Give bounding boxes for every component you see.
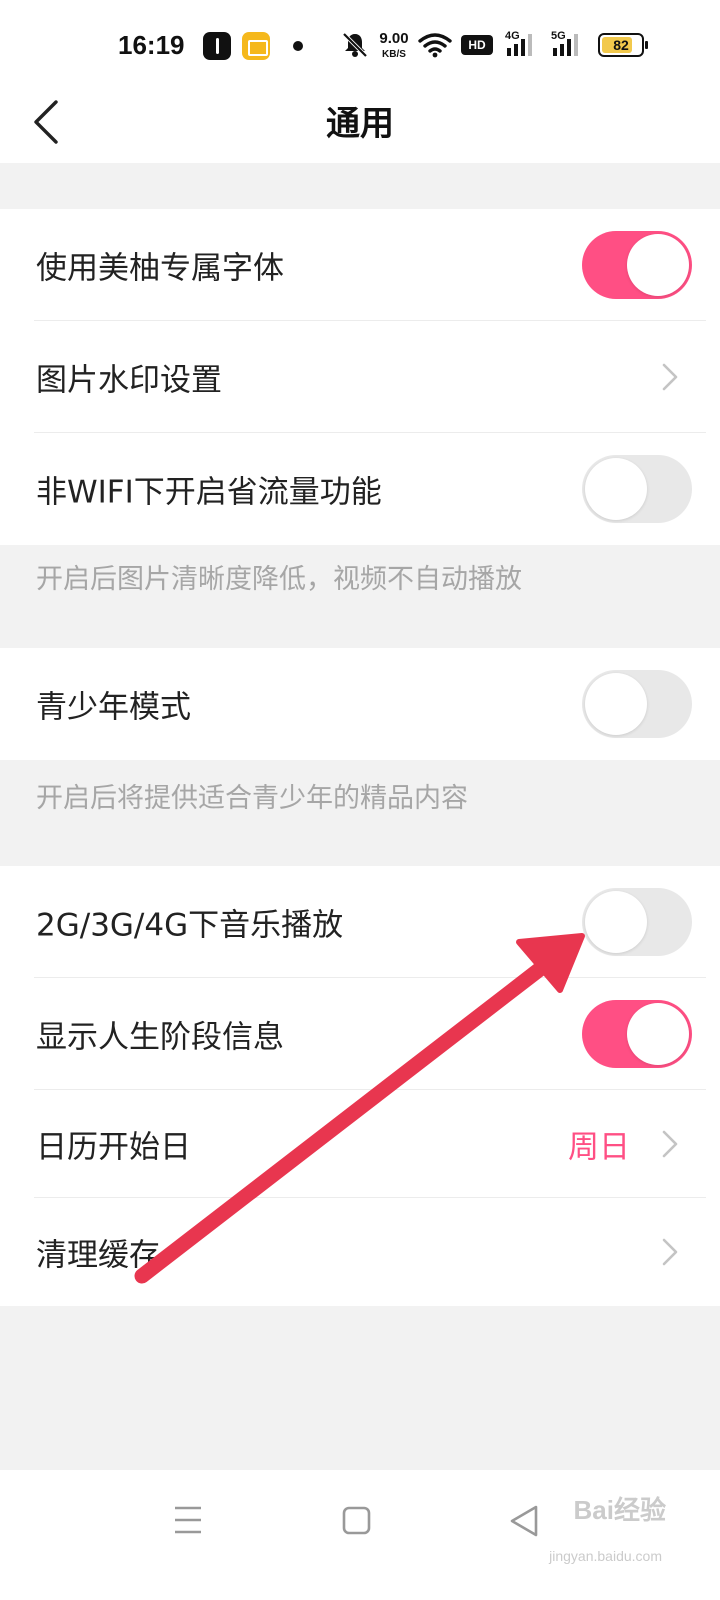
network-speed-unit: KB/S: [382, 49, 406, 60]
toggle-knob: [585, 673, 647, 735]
baidu-watermark-url: jingyan.baidu.com: [549, 1548, 662, 1564]
setting-row-teen-mode[interactable]: 青少年模式: [0, 648, 720, 760]
sim2-signal-icon: 5G: [551, 30, 583, 60]
sim1-signal-icon: 4G: [505, 30, 537, 60]
status-time: 16:19: [118, 30, 185, 60]
toggle-knob: [585, 891, 647, 953]
teen-mode-hint: 开启后将提供适合青少年的精品内容: [36, 783, 468, 814]
setting-label: 青少年模式: [36, 689, 191, 726]
page-title: 通用: [326, 104, 394, 144]
chevron-right-icon: [662, 363, 678, 391]
network-speed: 9.00 KB/S: [375, 30, 413, 60]
teen-mode-toggle[interactable]: [582, 670, 692, 738]
chevron-right-icon: [662, 1130, 678, 1158]
settings-group-misc: 2G/3G/4G下音乐播放 显示人生阶段信息 日历开始日 周日 清理缓存: [0, 866, 720, 1306]
status-bar: 16:19 9.00 KB/S HD 4G 5G 82: [0, 0, 720, 88]
setting-label: 非WIFI下开启省流量功能: [36, 474, 382, 511]
setting-row-calendar-start[interactable]: 日历开始日 周日: [0, 1090, 720, 1198]
calendar-start-value: 周日: [568, 1129, 630, 1166]
sim2-network-type: 5G: [551, 30, 566, 42]
setting-row-clear-cache[interactable]: 清理缓存: [0, 1198, 720, 1306]
setting-row-life-stage[interactable]: 显示人生阶段信息: [0, 978, 720, 1090]
system-nav-bar: Bai经验 jingyan.baidu.com: [0, 1470, 720, 1600]
battery-level: 82: [613, 37, 629, 53]
data-saver-toggle[interactable]: [582, 455, 692, 523]
home-square-icon[interactable]: [331, 1498, 381, 1544]
back-triangle-icon[interactable]: [500, 1498, 550, 1544]
settings-group-teen: 青少年模式: [0, 648, 720, 760]
setting-row-data-saver[interactable]: 非WIFI下开启省流量功能: [0, 433, 720, 545]
toggle-knob: [627, 1003, 689, 1065]
setting-row-brand-font[interactable]: 使用美柚专属字体: [0, 209, 720, 321]
menu-icon[interactable]: [163, 1498, 213, 1544]
mobile-music-toggle[interactable]: [582, 888, 692, 956]
mail-notification-icon: [242, 32, 270, 60]
setting-label: 2G/3G/4G下音乐播放: [36, 907, 344, 944]
baidu-watermark: Bai经验: [573, 1495, 666, 1525]
setting-label: 使用美柚专属字体: [36, 250, 284, 287]
data-saver-hint: 开启后图片清晰度降低，视频不自动播放: [36, 564, 522, 595]
setting-row-watermark[interactable]: 图片水印设置: [0, 321, 720, 433]
setting-label: 图片水印设置: [36, 362, 222, 399]
settings-group-display: 使用美柚专属字体 图片水印设置 非WIFI下开启省流量功能: [0, 209, 720, 545]
setting-label: 日历开始日: [36, 1129, 191, 1166]
hd-voice-badge: HD: [461, 35, 493, 55]
nav-bar: 通用: [0, 88, 720, 163]
setting-row-mobile-music[interactable]: 2G/3G/4G下音乐播放: [0, 866, 720, 978]
mute-bell-icon: [342, 32, 368, 58]
wifi-icon: [418, 33, 452, 58]
toggle-knob: [585, 458, 647, 520]
network-speed-value: 9.00: [379, 30, 409, 47]
brand-font-toggle[interactable]: [582, 231, 692, 299]
setting-label: 清理缓存: [36, 1237, 160, 1274]
sim1-network-type: 4G: [505, 30, 520, 42]
battery-icon: 82: [598, 33, 648, 57]
more-notifications-dot-icon: [293, 41, 303, 51]
chevron-right-icon: [662, 1238, 678, 1266]
app-notification-icon: [203, 32, 231, 60]
life-stage-toggle[interactable]: [582, 1000, 692, 1068]
setting-label: 显示人生阶段信息: [36, 1019, 284, 1056]
toggle-knob: [627, 234, 689, 296]
